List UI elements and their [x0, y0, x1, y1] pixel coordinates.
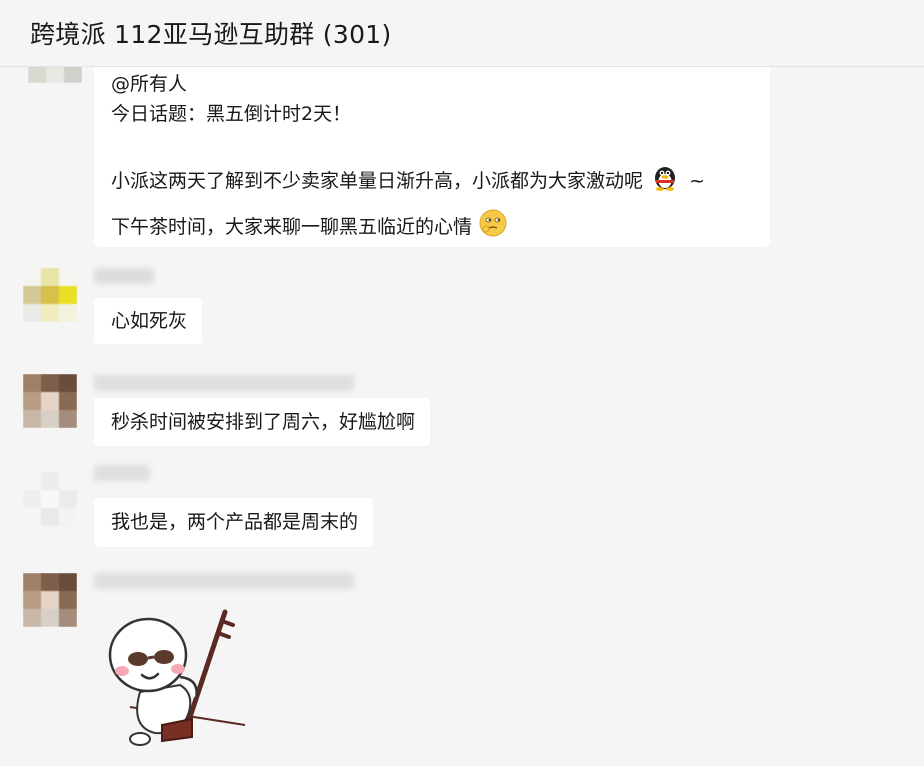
message-bubble[interactable]: 我也是，两个产品都是周末的 — [94, 498, 374, 547]
message-bubble[interactable]: 秒杀时间被安排到了周六，好尴尬啊 — [94, 398, 431, 446]
sender-name — [94, 375, 354, 391]
avatar[interactable] — [23, 374, 77, 428]
erhu-player-sticker[interactable] — [100, 607, 260, 757]
thinking-face-icon — [478, 208, 508, 247]
message-text: 心如死灰 — [111, 310, 188, 332]
avatar[interactable] — [28, 67, 82, 83]
avatar[interactable] — [23, 268, 77, 322]
message-text: 我也是，两个产品都是周末的 — [111, 511, 359, 533]
message-line: @所有人 — [111, 73, 188, 95]
message-line: 下午茶时间，大家来聊一聊黑五临近的心情 — [111, 208, 754, 247]
message-bubble[interactable]: 心如死灰 — [94, 298, 203, 344]
chat-title: 跨境派 112亚马逊互助群 (301) — [30, 20, 392, 49]
sender-name — [94, 268, 154, 284]
message-bubble[interactable]: @所有人 今日话题：黑五倒计时2天！ 小派这两天了解到不少卖家单量日渐升高，小派… — [94, 67, 770, 247]
message-text: 秒杀时间被安排到了周六，好尴尬啊 — [111, 411, 416, 433]
message-list[interactable]: @所有人 今日话题：黑五倒计时2天！ 小派这两天了解到不少卖家单量日渐升高，小派… — [0, 67, 924, 766]
message-line: 今日话题：黑五倒计时2天！ — [111, 103, 352, 125]
avatar[interactable] — [23, 472, 77, 526]
chat-header: 跨境派 112亚马逊互助群 (301) — [0, 0, 924, 67]
message-line: 小派这两天了解到不少卖家单量日渐升高，小派都为大家激动呢 ~ — [111, 163, 754, 200]
avatar[interactable] — [23, 573, 77, 627]
sender-name — [94, 465, 150, 481]
qq-penguin-icon — [651, 163, 679, 200]
sender-name — [94, 573, 354, 589]
